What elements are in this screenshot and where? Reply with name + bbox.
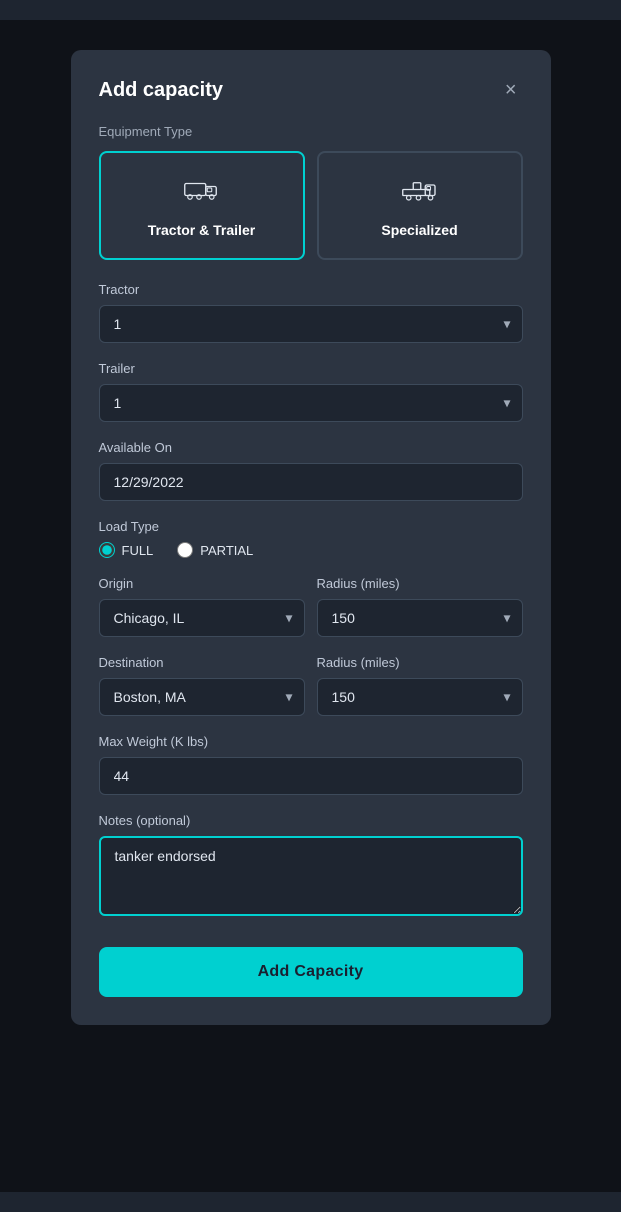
- destination-select-wrapper: Boston, MA New York, NY Los Angeles, CA …: [99, 678, 305, 716]
- max-weight-field: Max Weight (K lbs) 44: [99, 734, 523, 795]
- destination-radius-select[interactable]: 50 100 150 200 250 500: [317, 678, 523, 716]
- equipment-cards: Tractor & Trailer: [99, 151, 523, 260]
- trailer-field: Trailer 1 2 3 4 5: [99, 361, 523, 422]
- radio-partial-input[interactable]: [177, 542, 193, 558]
- equipment-card-specialized[interactable]: Specialized: [317, 151, 523, 260]
- trailer-select-wrapper: 1 2 3 4 5: [99, 384, 523, 422]
- overlay: Add capacity × Equipment Type: [0, 20, 621, 1192]
- trailer-select[interactable]: 1 2 3 4 5: [99, 384, 523, 422]
- close-button[interactable]: ×: [499, 78, 523, 102]
- origin-radius-label: Radius (miles): [317, 576, 523, 591]
- destination-field: Destination Boston, MA New York, NY Los …: [99, 655, 305, 716]
- radio-full[interactable]: FULL: [99, 542, 154, 558]
- notes-label: Notes (optional): [99, 813, 523, 828]
- destination-radius-field: Radius (miles) 50 100 150 200 250 500: [317, 655, 523, 716]
- destination-label: Destination: [99, 655, 305, 670]
- max-weight-label: Max Weight (K lbs): [99, 734, 523, 749]
- radio-partial-label: PARTIAL: [200, 543, 253, 558]
- specialized-label: Specialized: [381, 222, 457, 238]
- destination-select[interactable]: Boston, MA New York, NY Los Angeles, CA …: [99, 678, 305, 716]
- load-type-radio-group: FULL PARTIAL: [99, 542, 523, 558]
- origin-radius-select-wrapper: 50 100 150 200 250 500: [317, 599, 523, 637]
- equipment-type-section: Equipment Type: [99, 124, 523, 260]
- origin-field: Origin Chicago, IL New York, NY Los Ange…: [99, 576, 305, 637]
- specialized-icon: [402, 177, 438, 210]
- radio-full-label: FULL: [122, 543, 154, 558]
- notes-field: Notes (optional) tanker endorsed: [99, 813, 523, 921]
- tractor-trailer-label: Tractor & Trailer: [148, 222, 255, 238]
- max-weight-input[interactable]: 44: [99, 757, 523, 795]
- equipment-type-label: Equipment Type: [99, 124, 523, 139]
- notes-textarea[interactable]: tanker endorsed: [99, 836, 523, 916]
- tractor-select-wrapper: 1 2 3 4 5: [99, 305, 523, 343]
- destination-row: Destination Boston, MA New York, NY Los …: [99, 655, 523, 734]
- trailer-label: Trailer: [99, 361, 523, 376]
- available-on-field: Available On 12/29/2022: [99, 440, 523, 501]
- origin-select-wrapper: Chicago, IL New York, NY Los Angeles, CA…: [99, 599, 305, 637]
- tractor-label: Tractor: [99, 282, 523, 297]
- load-type-label: Load Type: [99, 519, 523, 534]
- radio-partial[interactable]: PARTIAL: [177, 542, 253, 558]
- tractor-select[interactable]: 1 2 3 4 5: [99, 305, 523, 343]
- destination-radius-select-wrapper: 50 100 150 200 250 500: [317, 678, 523, 716]
- add-capacity-button[interactable]: Add Capacity: [99, 947, 523, 997]
- equipment-card-tractor-trailer[interactable]: Tractor & Trailer: [99, 151, 305, 260]
- modal-header: Add capacity ×: [99, 78, 523, 102]
- tractor-trailer-icon: [184, 177, 220, 210]
- tractor-field: Tractor 1 2 3 4 5: [99, 282, 523, 343]
- load-type-field: Load Type FULL PARTIAL: [99, 519, 523, 558]
- radio-full-input[interactable]: [99, 542, 115, 558]
- origin-row: Origin Chicago, IL New York, NY Los Ange…: [99, 576, 523, 655]
- origin-radius-select[interactable]: 50 100 150 200 250 500: [317, 599, 523, 637]
- modal-title: Add capacity: [99, 79, 223, 102]
- modal: Add capacity × Equipment Type: [71, 50, 551, 1025]
- origin-label: Origin: [99, 576, 305, 591]
- available-on-input[interactable]: 12/29/2022: [99, 463, 523, 501]
- origin-radius-field: Radius (miles) 50 100 150 200 250 500: [317, 576, 523, 637]
- origin-select[interactable]: Chicago, IL New York, NY Los Angeles, CA…: [99, 599, 305, 637]
- available-on-label: Available On: [99, 440, 523, 455]
- destination-radius-label: Radius (miles): [317, 655, 523, 670]
